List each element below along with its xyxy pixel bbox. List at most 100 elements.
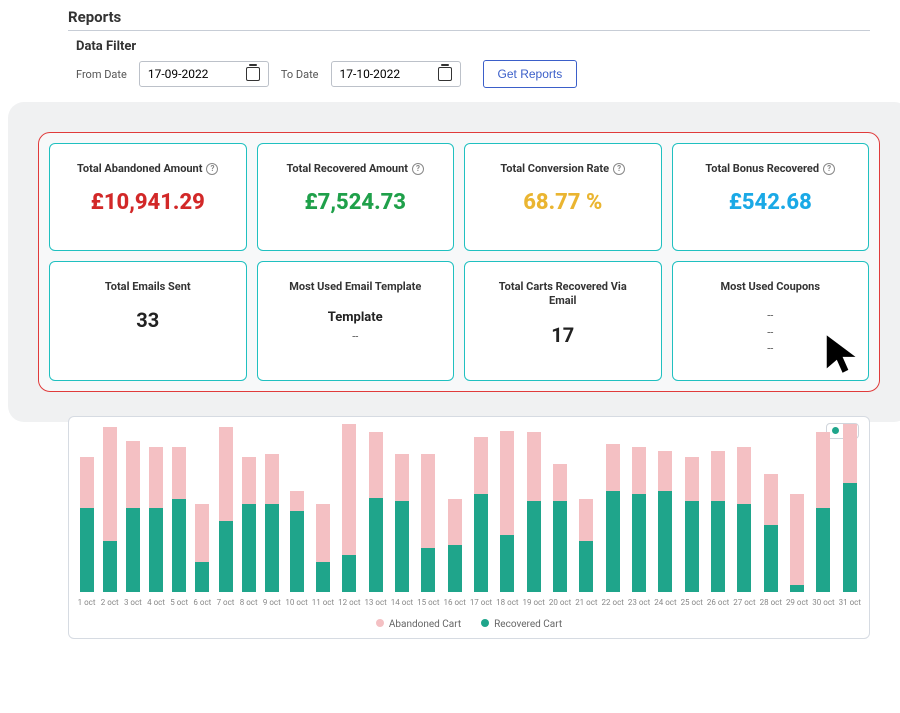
chart-bar[interactable] — [395, 424, 409, 592]
x-axis-label: 6 oct — [193, 598, 211, 607]
bar-recovered-segment — [737, 504, 751, 591]
highlight-shadow: Total Abandoned Amount ? £10,941.29 Tota… — [8, 102, 900, 422]
chart-bar[interactable] — [316, 424, 330, 592]
dot-icon — [832, 427, 839, 434]
card-value: £10,941.29 — [91, 190, 205, 215]
card-value: £7,524.73 — [305, 190, 406, 215]
chart-bar[interactable] — [448, 424, 462, 592]
chart-bar[interactable] — [527, 424, 541, 592]
card-carts-recovered: Total Carts Recovered Via Email 17 — [464, 261, 662, 381]
card-bonus-recovered: Total Bonus Recovered ? £542.68 — [672, 143, 870, 251]
bar-recovered-segment — [342, 555, 356, 592]
bar-recovered-segment — [606, 491, 620, 592]
bar-recovered-segment — [632, 494, 646, 591]
x-axis-label: 4 oct — [147, 598, 165, 607]
bar-abandoned-segment — [172, 447, 186, 499]
chart-bar[interactable] — [265, 424, 279, 592]
x-axis-label: 28 oct — [760, 598, 782, 607]
bar-abandoned-segment — [737, 447, 751, 504]
to-date-input[interactable]: 17-10-2022 — [331, 61, 461, 87]
chart-bar[interactable] — [500, 424, 514, 592]
chart-bar[interactable] — [711, 424, 725, 592]
chart-bar[interactable] — [816, 424, 830, 592]
bar-abandoned-segment — [395, 454, 409, 501]
chart-bar[interactable] — [764, 424, 778, 592]
chart-day-column: 29 oct — [786, 424, 808, 607]
chart-bar[interactable] — [632, 424, 646, 592]
x-axis-label: 10 oct — [285, 598, 307, 607]
chart-day-column: 9 oct — [262, 424, 281, 607]
chart-day-column: 24 oct — [654, 424, 676, 607]
chart-bar[interactable] — [421, 424, 435, 592]
to-date-label: To Date — [281, 68, 319, 81]
x-axis-label: 16 oct — [443, 598, 465, 607]
from-date-value: 17-09-2022 — [148, 67, 209, 81]
chart-bar[interactable] — [579, 424, 593, 592]
help-icon[interactable]: ? — [412, 163, 424, 175]
bar-abandoned-segment — [316, 504, 330, 561]
chart-bar[interactable] — [149, 424, 163, 592]
x-axis-label: 2 oct — [101, 598, 119, 607]
chart-bar[interactable] — [242, 424, 256, 592]
bar-recovered-segment — [685, 501, 699, 592]
chart-day-column: 1 oct — [77, 424, 96, 607]
card-dash: -- — [767, 325, 773, 342]
help-icon[interactable]: ? — [613, 163, 625, 175]
x-axis-label: 18 oct — [496, 598, 518, 607]
x-axis-label: 21 oct — [575, 598, 597, 607]
x-axis-label: 1 oct — [78, 598, 96, 607]
chart-bar[interactable] — [737, 424, 751, 592]
chart-bar[interactable] — [606, 424, 620, 592]
bar-recovered-segment — [790, 585, 804, 592]
chart-day-column: 26 oct — [707, 424, 729, 607]
chart-day-column: 30 oct — [812, 424, 834, 607]
x-axis-label: 31 oct — [839, 598, 861, 607]
bar-abandoned-segment — [658, 451, 672, 491]
help-icon[interactable]: ? — [823, 163, 835, 175]
bar-recovered-segment — [395, 501, 409, 592]
x-axis-label: 27 oct — [733, 598, 755, 607]
chart-bar[interactable] — [103, 424, 117, 592]
chart-bar[interactable] — [553, 424, 567, 592]
calendar-icon — [438, 67, 452, 81]
chart-legend: Abandoned Cart Recovered Cart — [77, 619, 861, 630]
get-reports-button[interactable]: Get Reports — [483, 60, 578, 88]
chart-bar[interactable] — [195, 424, 209, 592]
chart-bar[interactable] — [219, 424, 233, 592]
x-axis-label: 13 oct — [364, 598, 386, 607]
help-icon[interactable]: ? — [206, 163, 218, 175]
bar-abandoned-segment — [764, 474, 778, 524]
chart-bar[interactable] — [474, 424, 488, 592]
chart-day-column: 10 oct — [285, 424, 307, 607]
chart-day-column: 22 oct — [602, 424, 624, 607]
chart-bar[interactable] — [290, 424, 304, 592]
bar-recovered-segment — [369, 498, 383, 592]
chart-bar[interactable] — [685, 424, 699, 592]
bar-recovered-segment — [290, 511, 304, 592]
bar-recovered-segment — [149, 508, 163, 592]
x-axis-label: 8 oct — [240, 598, 258, 607]
chart-bar[interactable] — [342, 424, 356, 592]
chart-bar[interactable] — [369, 424, 383, 592]
chart-bar[interactable] — [126, 424, 140, 592]
chart-bar[interactable] — [790, 424, 804, 592]
chart-day-column: 7 oct — [216, 424, 235, 607]
bar-recovered-segment — [80, 508, 94, 592]
from-date-input[interactable]: 17-09-2022 — [139, 61, 269, 87]
chart-bar[interactable] — [80, 424, 94, 592]
chart-bar[interactable] — [172, 424, 186, 592]
bar-abandoned-segment — [448, 499, 462, 544]
chart-bar[interactable] — [843, 424, 857, 592]
bar-abandoned-segment — [149, 447, 163, 507]
bar-recovered-segment — [126, 508, 140, 592]
chart-day-column: 28 oct — [760, 424, 782, 607]
bar-abandoned-segment — [474, 437, 488, 494]
chart-bar[interactable] — [658, 424, 672, 592]
card-dash: -- — [767, 341, 773, 358]
bar-recovered-segment — [316, 562, 330, 592]
bar-abandoned-segment — [242, 457, 256, 504]
bar-recovered-segment — [711, 501, 725, 592]
bar-abandoned-segment — [843, 424, 857, 483]
bar-recovered-segment — [764, 525, 778, 592]
bar-abandoned-segment — [685, 457, 699, 501]
